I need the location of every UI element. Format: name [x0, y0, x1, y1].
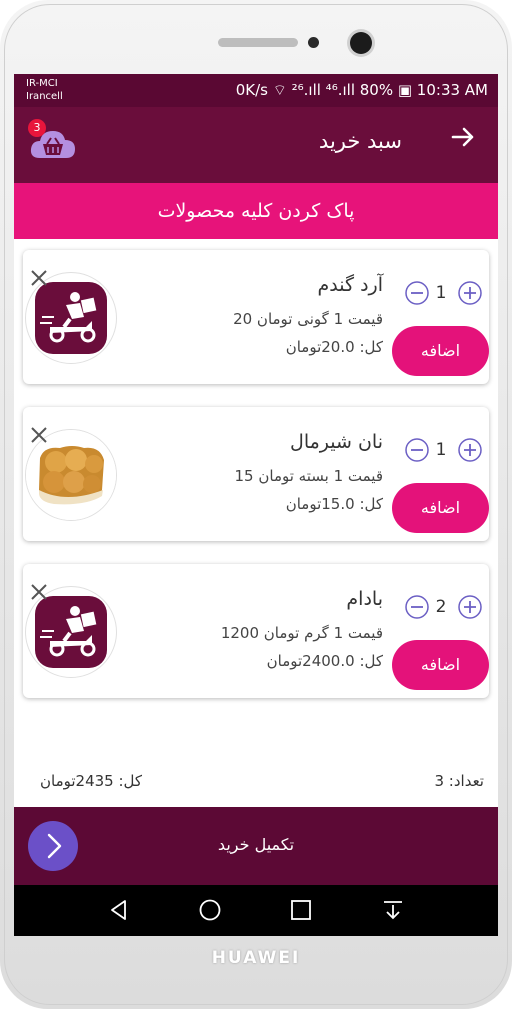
- page-title: سبد خرید: [318, 129, 402, 153]
- cart-total: کل: 2435تومان: [40, 772, 143, 790]
- cart-badge: 3: [28, 119, 46, 137]
- minus-icon: [405, 281, 429, 305]
- plus-icon: [458, 281, 482, 305]
- add-button[interactable]: اضافه: [392, 483, 489, 533]
- close-icon: [31, 584, 47, 600]
- decrease-quantity-button[interactable]: [405, 281, 429, 305]
- close-icon: [31, 427, 47, 443]
- decrease-quantity-button[interactable]: [405, 438, 429, 462]
- back-button[interactable]: [450, 124, 476, 157]
- item-total: کل: 2400.0تومان: [266, 652, 383, 670]
- square-recents-icon: [291, 900, 311, 920]
- system-nav-bar: [14, 885, 498, 936]
- decrease-quantity-button[interactable]: [405, 595, 429, 619]
- item-total: کل: 20.0تومان: [285, 338, 383, 356]
- item-total: کل: 15.0تومان: [285, 495, 383, 513]
- quantity-value: 1: [435, 440, 447, 460]
- nav-back-button[interactable]: [106, 897, 132, 923]
- increase-quantity-button[interactable]: [458, 438, 482, 462]
- increase-quantity-button[interactable]: [458, 281, 482, 305]
- earpiece-speaker: [218, 38, 298, 47]
- carrier-line-1: IR-MCI: [26, 78, 58, 89]
- arrow-right-icon: [451, 127, 474, 147]
- nav-notifications-button[interactable]: [380, 897, 406, 923]
- item-name: بادام: [346, 588, 383, 610]
- quantity-value: 1: [435, 283, 447, 303]
- item-name: نان شیرمال: [290, 431, 383, 453]
- minus-icon: [405, 595, 429, 619]
- close-icon: [31, 270, 47, 286]
- nav-recents-button[interactable]: [288, 897, 314, 923]
- device-brand: HUAWEI: [211, 948, 301, 968]
- triangle-back-icon: [111, 900, 126, 920]
- remove-item-button[interactable]: [29, 582, 49, 602]
- item-price: قیمت 1 گونی تومان 20: [233, 310, 383, 328]
- increase-quantity-button[interactable]: [458, 595, 482, 619]
- add-button[interactable]: اضافه: [392, 326, 489, 376]
- nav-home-button[interactable]: [197, 897, 223, 923]
- pull-down-icon: [384, 901, 402, 920]
- item-price: قیمت 1 بسته تومان 15: [234, 467, 384, 485]
- remove-item-button[interactable]: [29, 268, 49, 288]
- minus-icon: [405, 438, 429, 462]
- add-button[interactable]: اضافه: [392, 640, 489, 690]
- app-bar: 3 سبد خرید: [14, 107, 498, 183]
- remove-item-button[interactable]: [29, 425, 49, 445]
- carrier-line-2: Irancell: [26, 91, 63, 102]
- checkout-bar: تکمیل خرید: [14, 807, 498, 885]
- clear-all-products-button[interactable]: پاک کردن کلیه محصولات: [14, 183, 498, 239]
- cart-item: نان شیرمال قیمت 1 بسته تومان 15 کل: 15.0…: [23, 407, 489, 541]
- screen: IR-MCI Irancell 0K/s ⌔ ²⁶.ıll ⁴⁶.ıll 80%…: [14, 74, 498, 936]
- proximity-sensor: [308, 37, 319, 48]
- cart-item-count: تعداد: 3: [434, 772, 484, 790]
- cart-item: بادام قیمت 1 گرم تومان 1200 کل: 2400.0تو…: [23, 564, 489, 698]
- carrier-info: IR-MCI Irancell: [26, 77, 63, 103]
- cart-item: آرد گندم قیمت 1 گونی تومان 20 کل: 20.0تو…: [23, 250, 489, 384]
- item-price: قیمت 1 گرم تومان 1200: [220, 624, 383, 642]
- status-bar: IR-MCI Irancell 0K/s ⌔ ²⁶.ıll ⁴⁶.ıll 80%…: [14, 74, 498, 107]
- phone-frame: HUAWEI IR-MCI Irancell 0K/s ⌔ ²⁶.ıll ⁴⁶.…: [0, 0, 512, 1009]
- item-name: آرد گندم: [317, 274, 383, 296]
- circle-home-icon: [199, 899, 221, 921]
- plus-icon: [458, 595, 482, 619]
- checkout-label[interactable]: تکمیل خرید: [14, 835, 498, 854]
- plus-icon: [458, 438, 482, 462]
- front-camera: [350, 32, 372, 54]
- status-icons-and-time: 0K/s ⌔ ²⁶.ıll ⁴⁶.ıll 80% ▣ 10:33 AM: [235, 81, 488, 99]
- quantity-value: 2: [435, 597, 447, 617]
